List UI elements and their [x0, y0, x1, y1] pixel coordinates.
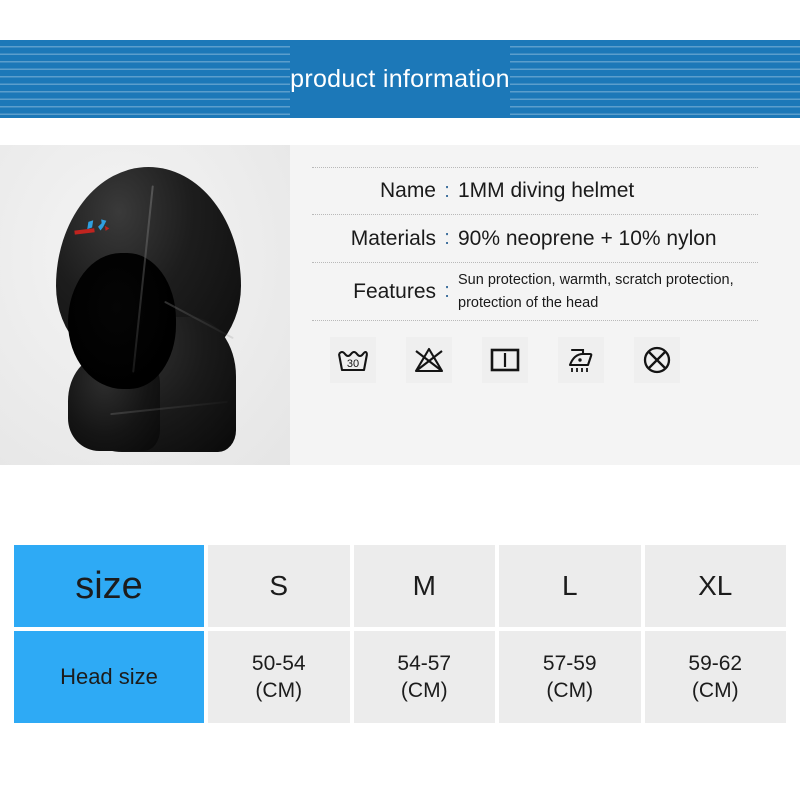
size-chart-table: size S M L XL Head size 50-54 (CM) 54-57(…: [14, 545, 786, 723]
page-title: product information: [290, 64, 510, 93]
spec-value-name: 1MM diving helmet: [458, 179, 635, 202]
spec-value-materials: 90% neoprene + 10% nylon: [458, 226, 717, 250]
diving-hood-illustration: [38, 167, 253, 452]
spec-colon: :: [444, 227, 450, 249]
table-row: size S M L XL: [14, 545, 786, 627]
do-not-dry-clean-icon: [634, 337, 680, 383]
do-not-bleach-icon: [406, 337, 452, 383]
product-info-pane: Name : 1MM diving helmet Materials : 90%…: [290, 145, 800, 465]
care-symbols-row: 30: [312, 321, 758, 383]
size-cell-l: L: [499, 545, 641, 627]
wash-30-icon: 30: [330, 337, 376, 383]
spec-row-features: Features : Sun protection, warmth, scrat…: [312, 263, 758, 321]
svg-text:30: 30: [347, 358, 359, 370]
head-size-cell-l: 57-59 (CM): [499, 631, 641, 723]
spec-label-features: Features: [353, 279, 436, 303]
spec-value-features: Sun protection, warmth, scratch protecti…: [458, 272, 734, 311]
spec-colon: :: [444, 179, 450, 202]
product-panel: Name : 1MM diving helmet Materials : 90%…: [0, 145, 800, 465]
product-information-banner: product information: [0, 40, 800, 118]
head-size-cell-m: 54-57 (CM): [353, 631, 495, 723]
line-dry-icon: [482, 337, 528, 383]
size-cell-s: S: [208, 545, 350, 627]
spec-label-name: Name: [379, 179, 436, 202]
spec-label-materials: Materials: [350, 226, 436, 250]
size-row-header: size: [14, 545, 204, 627]
head-size-cell-xl: 59-62 (CM): [644, 631, 786, 723]
spec-row-name: Name : 1MM diving helmet: [312, 167, 758, 215]
spec-row-materials: Materials : 90% neoprene + 10% nylon: [312, 215, 758, 263]
size-cell-m: M: [353, 545, 495, 627]
spec-colon: :: [444, 280, 450, 302]
table-row: Head size 50-54 (CM) 54-57 (CM) 57-59 (CM) …: [14, 631, 786, 723]
product-photo: [0, 145, 290, 465]
head-size-row-header: Head size: [14, 631, 204, 723]
steam-iron-icon: [558, 337, 604, 383]
size-cell-xl: XL: [644, 545, 786, 627]
hood-face-opening: [68, 253, 176, 389]
head-size-cell-s: 50-54 (CM): [208, 631, 350, 723]
